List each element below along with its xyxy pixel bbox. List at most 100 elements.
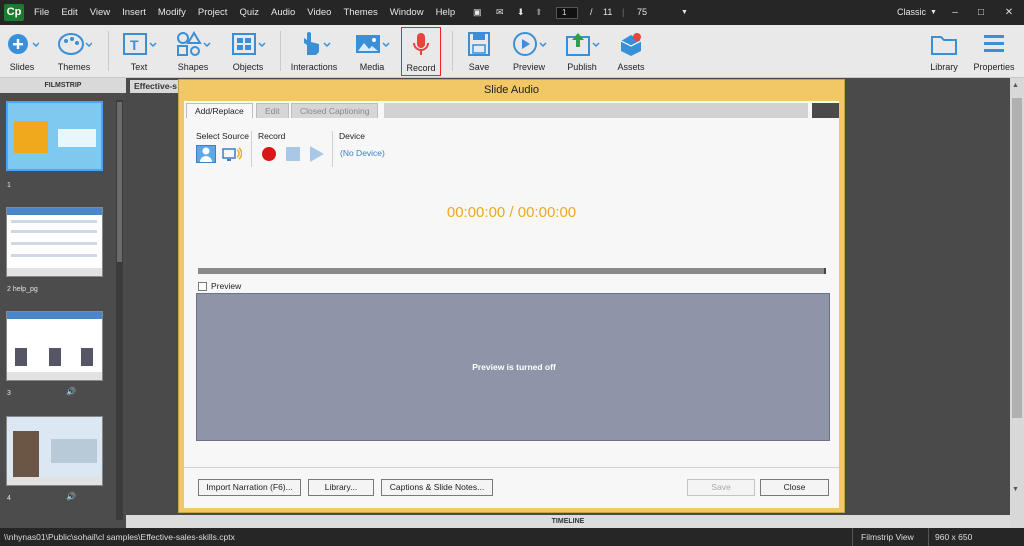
- play-button[interactable]: [310, 146, 324, 162]
- button-row-divider: [184, 467, 839, 468]
- assets-button[interactable]: Assets: [614, 27, 648, 76]
- menu-help[interactable]: Help: [436, 0, 456, 25]
- section-divider: [332, 131, 333, 167]
- captivate-logo: Cp: [4, 4, 24, 21]
- time-counter: 00:00:00 / 00:00:00: [446, 204, 577, 221]
- save-toolbar-label: Save: [468, 62, 490, 72]
- menu-view[interactable]: View: [90, 0, 110, 25]
- speaker-icon: 🔊: [66, 387, 76, 396]
- close-button[interactable]: Close: [760, 479, 829, 496]
- menu-audio[interactable]: Audio: [271, 0, 295, 25]
- library-button[interactable]: Library...: [308, 479, 374, 496]
- objects-button[interactable]: Objects: [228, 27, 268, 76]
- shapes-label: Shapes: [177, 62, 209, 72]
- scroll-thumb[interactable]: [1012, 98, 1022, 418]
- preview-toggle[interactable]: Preview: [198, 281, 241, 291]
- slide-thumbnail-1[interactable]: [6, 101, 103, 171]
- select-source-label: Select Source: [196, 131, 249, 141]
- preview-message: Preview is turned off: [472, 362, 556, 372]
- slides-label: Slides: [9, 62, 35, 72]
- save-toolbar-button[interactable]: Save: [462, 27, 496, 76]
- menu-video[interactable]: Video: [307, 0, 331, 25]
- slides-button[interactable]: Slides: [4, 27, 40, 76]
- preview-checkbox[interactable]: [198, 281, 207, 291]
- device-label: Device: [339, 131, 365, 141]
- shapes-button[interactable]: Shapes: [174, 27, 212, 76]
- scroll-down-icon[interactable]: ▼: [1012, 486, 1019, 493]
- total-pages: 11: [603, 7, 613, 17]
- properties-button[interactable]: Properties: [972, 27, 1016, 76]
- stop-button[interactable]: [286, 147, 300, 161]
- toolbar-divider: [280, 31, 281, 71]
- interactions-button[interactable]: Interactions: [290, 27, 338, 76]
- library-button[interactable]: Library: [926, 27, 962, 76]
- microphone-source-button[interactable]: [196, 145, 216, 163]
- timeline-bar[interactable]: TIMELINE: [126, 515, 1010, 528]
- slide-thumbnail-3[interactable]: [6, 311, 103, 381]
- slide-label-3: 3: [7, 390, 11, 397]
- main-menu: File Edit View Insert Modify Project Qui…: [34, 0, 467, 25]
- close-icon[interactable]: ✕: [996, 0, 1022, 25]
- menu-file[interactable]: File: [34, 0, 49, 25]
- slide-label-1: 1: [7, 182, 11, 189]
- audio-progress-bar[interactable]: [198, 268, 826, 274]
- preview-panel: Preview is turned off: [196, 293, 830, 441]
- menu-project[interactable]: Project: [198, 0, 228, 25]
- slide-graphic: [13, 431, 39, 479]
- microphone-icon: [413, 33, 429, 55]
- menu-modify[interactable]: Modify: [158, 0, 186, 25]
- menu-themes[interactable]: Themes: [343, 0, 377, 25]
- filmstrip-scrollbar[interactable]: [116, 100, 123, 520]
- slide-graphic: [51, 439, 97, 463]
- zoom-dropdown-icon[interactable]: ▼: [681, 0, 688, 25]
- workspace-selector[interactable]: Classic: [897, 0, 926, 25]
- slide-graphic: [7, 312, 102, 319]
- system-audio-source-button[interactable]: [222, 145, 243, 163]
- scroll-up-icon[interactable]: ▲: [1012, 82, 1019, 89]
- slide-graphic: [11, 242, 97, 245]
- tab-strip-fill: [384, 103, 808, 118]
- tab-closed-captioning[interactable]: Closed Captioning: [291, 103, 379, 118]
- tab-edit[interactable]: Edit: [256, 103, 289, 118]
- themes-button[interactable]: Themes: [54, 27, 94, 76]
- slide-graphic: [7, 268, 102, 276]
- menu-window[interactable]: Window: [390, 0, 424, 25]
- upload-icon[interactable]: ⬆: [535, 0, 543, 25]
- palette-icon: [58, 33, 92, 55]
- record-label: Record: [406, 63, 436, 73]
- text-button[interactable]: T Text: [120, 27, 158, 76]
- scroll-thumb[interactable]: [117, 102, 122, 262]
- save-button[interactable]: Save: [687, 479, 755, 496]
- import-narration-button[interactable]: Import Narration (F6)...: [198, 479, 301, 496]
- menu-insert[interactable]: Insert: [122, 0, 146, 25]
- publish-label: Publish: [567, 62, 597, 72]
- slide-graphic: [81, 348, 93, 366]
- tab-add-replace[interactable]: Add/Replace: [186, 103, 253, 118]
- toolbar-divider: [108, 31, 109, 71]
- filmstrip-header: FILMSTRIP: [0, 78, 126, 93]
- slide-thumbnail-2[interactable]: [6, 207, 103, 277]
- maximize-icon[interactable]: □: [968, 0, 994, 25]
- play-circle-icon: [513, 32, 547, 56]
- record-button[interactable]: Record: [401, 27, 441, 76]
- zoom-value[interactable]: 75: [637, 0, 647, 25]
- current-page-field[interactable]: 1: [556, 7, 578, 19]
- workspace-dropdown-icon[interactable]: ▼: [930, 0, 937, 25]
- preview-toolbar-button[interactable]: Preview: [508, 27, 550, 76]
- minimize-icon[interactable]: –: [942, 0, 968, 25]
- menu-edit[interactable]: Edit: [61, 0, 77, 25]
- dialog-tabs: Add/Replace Edit Closed Captioning: [184, 103, 839, 118]
- slide-label-2: 2 help_pg: [7, 286, 38, 293]
- menu-quiz[interactable]: Quiz: [239, 0, 259, 25]
- stage-scrollbar[interactable]: ▲ ▼: [1010, 78, 1024, 528]
- media-button[interactable]: Media: [352, 27, 392, 76]
- record-audio-button[interactable]: [262, 147, 276, 161]
- publish-button[interactable]: Publish: [562, 27, 602, 76]
- device-value[interactable]: (No Device): [340, 148, 385, 158]
- properties-label: Properties: [973, 62, 1015, 72]
- captions-slide-notes-button[interactable]: Captions & Slide Notes...: [381, 479, 493, 496]
- mail-icon[interactable]: ✉: [496, 0, 504, 25]
- slide-thumbnail-4[interactable]: [6, 416, 103, 486]
- comment-icon[interactable]: ▣: [473, 0, 482, 25]
- download-icon[interactable]: ⬇: [517, 0, 525, 25]
